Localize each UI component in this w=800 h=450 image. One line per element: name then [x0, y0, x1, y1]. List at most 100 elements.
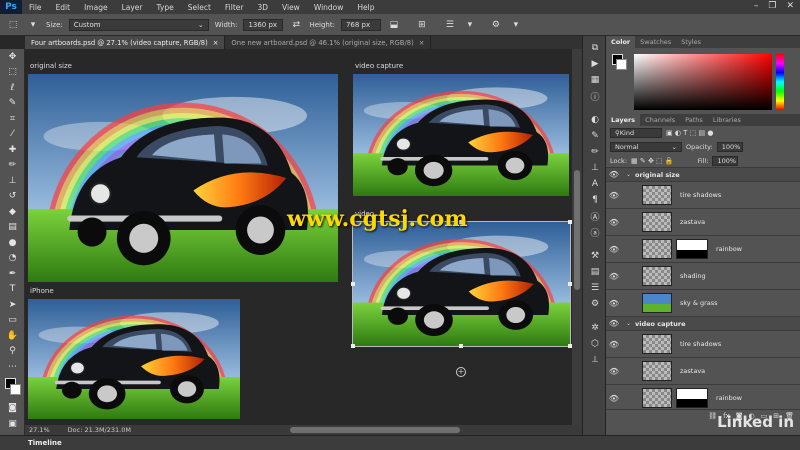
- navigator-icon[interactable]: ✲: [583, 320, 607, 336]
- marquee-tool-icon[interactable]: ⬚: [0, 65, 25, 81]
- adjustments-icon[interactable]: ◐: [583, 112, 607, 128]
- paragraph-icon[interactable]: ¶: [583, 192, 607, 208]
- character-styles-icon[interactable]: ⓐ: [583, 224, 607, 240]
- swap-icon[interactable]: ⇄: [289, 18, 303, 32]
- add-artboard-icon[interactable]: ⊞: [415, 18, 429, 32]
- chevron-down-icon[interactable]: ▾: [463, 18, 477, 32]
- brush-tool-icon[interactable]: ✏: [0, 158, 25, 174]
- quick-mask-icon[interactable]: ◙: [0, 401, 25, 417]
- menu-type[interactable]: Type: [150, 3, 181, 12]
- layer-row[interactable]: 👁 zastava: [606, 209, 800, 236]
- eye-icon[interactable]: 👁: [606, 272, 622, 281]
- transform-handle[interactable]: [351, 282, 355, 286]
- layer-comps-icon[interactable]: ▤: [583, 264, 607, 280]
- properties-icon[interactable]: ☰: [583, 280, 607, 296]
- menu-help[interactable]: Help: [350, 3, 381, 12]
- height-field[interactable]: 768 px: [340, 18, 381, 31]
- artboard-label-original-size[interactable]: original size: [30, 62, 72, 70]
- add-artboard-plus-icon[interactable]: +: [456, 367, 466, 377]
- artboard-label-iphone[interactable]: iPhone: [30, 287, 54, 295]
- rectangle-tool-icon[interactable]: ▭: [0, 313, 25, 329]
- background-color-icon[interactable]: [10, 383, 21, 395]
- layer-row[interactable]: 👁 shading: [606, 263, 800, 290]
- layer-group-video-capture[interactable]: 👁 ⌄ video capture: [606, 317, 800, 331]
- close-icon[interactable]: ✕: [786, 1, 794, 11]
- screen-mode-icon[interactable]: ▣: [0, 416, 25, 432]
- menu-layer[interactable]: Layer: [115, 3, 150, 12]
- healing-brush-icon[interactable]: ✚: [0, 142, 25, 158]
- measurement-icon[interactable]: ⟂: [583, 352, 607, 368]
- brush-presets-icon[interactable]: ✎: [583, 128, 607, 144]
- play-action-icon[interactable]: ▶: [583, 56, 607, 72]
- eye-icon[interactable]: 👁: [606, 299, 622, 308]
- move-tool-icon[interactable]: ✥: [0, 49, 25, 65]
- artboard-video-copy-selected[interactable]: [352, 221, 571, 347]
- menu-filter[interactable]: Filter: [218, 3, 251, 12]
- tab-layers[interactable]: Layers: [606, 114, 641, 126]
- quick-select-icon[interactable]: ✎: [0, 96, 25, 112]
- eye-icon[interactable]: 👁: [606, 245, 622, 254]
- type-tool-icon[interactable]: T: [0, 282, 25, 298]
- artboard-tool-icon[interactable]: ⬚: [6, 18, 20, 32]
- tab-styles[interactable]: Styles: [676, 36, 706, 48]
- close-tab-icon[interactable]: ×: [419, 39, 425, 47]
- doc-size[interactable]: Doc: 21.3M/231.0M: [68, 426, 131, 434]
- artboard-original-size[interactable]: [28, 74, 338, 282]
- menu-select[interactable]: Select: [181, 3, 218, 12]
- menu-3d[interactable]: 3D: [250, 3, 275, 12]
- lock-icons[interactable]: ▦ ✎ ✥ ⬚ 🔒: [631, 157, 674, 165]
- eye-icon[interactable]: 👁: [606, 170, 622, 179]
- eraser-icon[interactable]: ◆: [0, 204, 25, 220]
- canvas-area[interactable]: original size video capture iPhone video…: [25, 49, 572, 425]
- menu-window[interactable]: Window: [307, 3, 351, 12]
- history-icon[interactable]: ⧉: [583, 40, 607, 56]
- tab-color[interactable]: Color: [606, 36, 636, 48]
- color-swatches[interactable]: [0, 375, 25, 401]
- menu-file[interactable]: File: [22, 3, 49, 12]
- eye-icon[interactable]: 👁: [606, 394, 622, 403]
- pen-tool-icon[interactable]: ✒: [0, 266, 25, 282]
- dodge-tool-icon[interactable]: ◔: [0, 251, 25, 267]
- make-artboard-icon[interactable]: ⬓: [387, 18, 401, 32]
- info-icon[interactable]: ⓘ: [583, 88, 607, 104]
- eye-icon[interactable]: 👁: [606, 319, 622, 328]
- glyphs-icon[interactable]: Ⓐ: [583, 208, 607, 224]
- background-color-icon[interactable]: [616, 59, 627, 70]
- align-icon[interactable]: ☰: [443, 18, 457, 32]
- character-icon[interactable]: A: [583, 176, 607, 192]
- eye-icon[interactable]: 👁: [606, 218, 622, 227]
- eye-icon[interactable]: 👁: [606, 191, 622, 200]
- menu-view[interactable]: View: [275, 3, 307, 12]
- artboard-video-capture[interactable]: [353, 74, 569, 196]
- channels-icon[interactable]: ▦: [583, 72, 607, 88]
- layer-row[interactable]: 👁 rainbow: [606, 385, 800, 409]
- tool-presets-icon[interactable]: ⚒: [583, 248, 607, 264]
- zoom-level[interactable]: 27.1%: [29, 426, 50, 434]
- link-icon[interactable]: ⛓: [708, 412, 717, 420]
- eye-icon[interactable]: 👁: [606, 367, 622, 376]
- size-select[interactable]: Custom ⌄: [68, 18, 209, 31]
- crop-tool-icon[interactable]: ⌗: [0, 111, 25, 127]
- tab-swatches[interactable]: Swatches: [635, 36, 676, 48]
- artboard-label-video-capture[interactable]: video capture: [355, 62, 403, 70]
- 3d-icon[interactable]: ⬡: [583, 336, 607, 352]
- color-field[interactable]: [634, 54, 772, 110]
- artboard-iphone[interactable]: [28, 299, 240, 419]
- horizontal-scroll-thumb[interactable]: [290, 427, 460, 433]
- layer-row[interactable]: 👁 tire shadows: [606, 331, 800, 358]
- hue-slider[interactable]: [776, 54, 784, 110]
- chevron-down-icon[interactable]: ⌄: [626, 320, 631, 327]
- transform-handle[interactable]: [351, 344, 355, 348]
- blur-tool-icon[interactable]: ●: [0, 235, 25, 251]
- clone-source-icon[interactable]: ⊥: [583, 160, 607, 176]
- width-field[interactable]: 1360 px: [243, 18, 284, 31]
- layer-group-original-size[interactable]: 👁 ⌄ original size: [606, 168, 800, 182]
- gradient-tool-icon[interactable]: ▤: [0, 220, 25, 236]
- kind-filter-select[interactable]: ⚲ Kind: [610, 128, 662, 138]
- tab-one-new-artboard[interactable]: One new artboard.psd @ 46.1% (original s…: [225, 36, 432, 49]
- chevron-down-icon[interactable]: ⌄: [626, 171, 631, 178]
- blend-mode-select[interactable]: Normal ⌄: [610, 142, 682, 152]
- vertical-scroll-thumb[interactable]: [574, 170, 580, 290]
- menu-image[interactable]: Image: [77, 3, 115, 12]
- properties-icon[interactable]: ⚙: [583, 296, 607, 312]
